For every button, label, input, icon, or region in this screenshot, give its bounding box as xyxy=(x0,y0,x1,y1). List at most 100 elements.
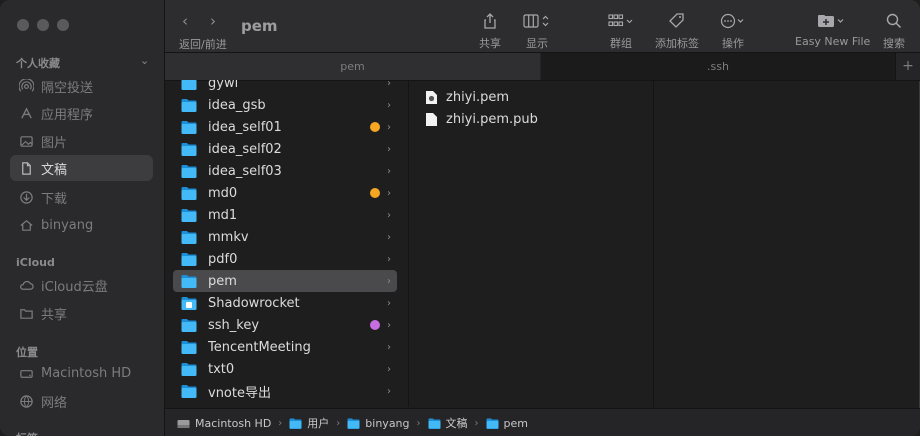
folder-icon xyxy=(486,418,499,429)
breadcrumb-item[interactable]: binyang › xyxy=(347,417,427,430)
sidebar-item-shared[interactable]: 共享 xyxy=(10,300,153,326)
folder-icon xyxy=(181,99,197,112)
chevron-down-icon[interactable]: ⌄ xyxy=(140,54,149,67)
new-file-icon xyxy=(795,10,867,32)
folder-name: idea_self02 xyxy=(208,141,282,157)
chevron-right-icon: › xyxy=(387,143,391,155)
folder-name: yingjie0 xyxy=(208,406,387,408)
folder-icon xyxy=(181,143,197,156)
folder-icon xyxy=(181,253,197,266)
easy-new-file-button[interactable]: Easy New File xyxy=(795,10,870,48)
folder-row-idea_self03[interactable]: idea_self03 › xyxy=(173,160,397,182)
sidebar-item-label: 共享 xyxy=(41,307,68,323)
certificate-file-icon xyxy=(426,90,437,104)
folder-row-mmkv[interactable]: mmkv › xyxy=(173,226,397,248)
sidebar-item-label: binyang xyxy=(41,217,94,233)
folder-icon xyxy=(181,165,197,178)
folder-row-ssh_key[interactable]: ssh_key › xyxy=(173,314,397,336)
shared-folder-icon xyxy=(18,305,34,321)
folder-row-Shadowrocket[interactable]: Shadowrocket › xyxy=(173,292,397,314)
folder-row-md1[interactable]: md1 › xyxy=(173,204,397,226)
forward-button[interactable]: › xyxy=(210,12,216,30)
empty-column[interactable] xyxy=(654,80,920,407)
file-row[interactable]: zhiyi.pem xyxy=(425,86,509,108)
finder-window: 个人收藏 ⌄ 隔空投送 应用程序 图片 文稿 下载 binyang iCloud xyxy=(0,0,920,436)
search-button[interactable]: 搜索 xyxy=(881,10,907,51)
sidebar-item-label: 文稿 xyxy=(41,162,68,178)
folder-icon xyxy=(181,209,197,222)
sidebar-item-label: iCloud云盘 xyxy=(41,279,108,295)
file-column[interactable]: zhiyi.pem zhiyi.pem.pub xyxy=(409,80,654,407)
folder-row-TencentMeeting[interactable]: TencentMeeting › xyxy=(173,336,397,358)
sidebar-item-pictures[interactable]: 图片 xyxy=(10,128,153,154)
folder-name: md1 xyxy=(208,207,238,223)
sidebar-item-network[interactable]: 网络 xyxy=(10,388,153,414)
folder-icon xyxy=(181,80,197,90)
share-icon xyxy=(476,10,504,32)
view-button[interactable]: 显示 xyxy=(520,10,554,51)
sidebar-item-label: 图片 xyxy=(41,135,68,151)
add-tag-button[interactable]: 添加标签 xyxy=(652,10,702,51)
locations-header: 位置 xyxy=(16,346,38,359)
tab-ssh[interactable]: .ssh xyxy=(541,53,895,80)
folder-column[interactable]: gywl › idea_gsb › idea_self01 › idea_self02 › id… xyxy=(165,80,409,407)
sidebar-item-documents[interactable]: 文稿 xyxy=(10,155,153,181)
tab-bar: pem .ssh + xyxy=(165,52,920,81)
folder-row-yingjie0[interactable]: yingjie0› xyxy=(173,402,397,408)
folder-name: pem xyxy=(208,273,237,289)
app-folder-icon xyxy=(181,297,197,310)
folder-icon xyxy=(181,121,197,134)
add-tab-button[interactable]: + xyxy=(895,53,920,80)
chevron-right-icon: › xyxy=(387,319,391,331)
close-window-button[interactable] xyxy=(17,19,29,31)
folder-row-pem[interactable]: pem › xyxy=(173,270,397,292)
breadcrumb-item[interactable]: 用户 › xyxy=(289,415,347,431)
breadcrumb-label: binyang xyxy=(365,416,410,430)
toolbar: ‹ › 返回/前进 pem 共享 显示 群组 添加标签 操作 Easy New … xyxy=(165,0,920,52)
folder-name: md0 xyxy=(208,185,238,201)
applications-icon xyxy=(18,105,34,121)
sidebar-item-icloud-drive[interactable]: iCloud云盘 xyxy=(10,272,153,298)
sidebar-item-home[interactable]: binyang xyxy=(10,212,153,238)
sidebar-item-label: Macintosh HD xyxy=(41,365,132,381)
action-icon xyxy=(717,10,749,32)
breadcrumb-item[interactable]: Macintosh HD › xyxy=(177,417,289,430)
folder-name: Shadowrocket xyxy=(208,295,300,311)
folder-row-idea_self02[interactable]: idea_self02 › xyxy=(173,138,397,160)
chevron-right-icon: › xyxy=(336,417,341,429)
group-button[interactable]: 群组 xyxy=(604,10,638,51)
chevron-right-icon: › xyxy=(387,341,391,353)
folder-icon xyxy=(181,341,197,354)
back-button[interactable]: ‹ xyxy=(182,12,188,30)
folder-name: idea_self01 xyxy=(208,119,282,135)
folder-name: idea_self03 xyxy=(208,163,282,179)
action-button[interactable]: 操作 xyxy=(717,10,749,51)
sidebar-item-macintosh-hd[interactable]: Macintosh HD xyxy=(10,360,153,386)
icloud-icon xyxy=(18,277,34,293)
folder-row-md0[interactable]: md0 › xyxy=(173,182,397,204)
share-button[interactable]: 共享 xyxy=(476,10,504,51)
sidebar-item-airdrop[interactable]: 隔空投送 xyxy=(10,73,153,99)
sidebar-item-label: 隔空投送 xyxy=(41,80,94,96)
folder-icon xyxy=(181,275,197,288)
breadcrumb-item[interactable]: pem xyxy=(486,417,528,430)
folder-icon xyxy=(181,385,197,398)
folder-row-pdf0[interactable]: pdf0 › xyxy=(173,248,397,270)
zoom-window-button[interactable] xyxy=(57,19,69,31)
folder-name: txt0 xyxy=(208,361,235,377)
tab-pem[interactable]: pem xyxy=(165,53,540,80)
folder-icon xyxy=(428,418,441,429)
folder-row-idea_self01[interactable]: idea_self01 › xyxy=(173,116,397,138)
folder-row-vnote导出[interactable]: vnote导出 › xyxy=(173,380,397,402)
folder-row-txt0[interactable]: txt0 › xyxy=(173,358,397,380)
file-row[interactable]: zhiyi.pem.pub xyxy=(425,108,538,130)
breadcrumb-item[interactable]: 文稿 › xyxy=(428,415,486,431)
folder-row-gywl[interactable]: gywl › xyxy=(173,80,397,94)
sidebar-item-downloads[interactable]: 下载 xyxy=(10,184,153,210)
minimize-window-button[interactable] xyxy=(37,19,49,31)
folder-row-idea_gsb[interactable]: idea_gsb › xyxy=(173,94,397,116)
sidebar-item-applications[interactable]: 应用程序 xyxy=(10,100,153,126)
folder-icon xyxy=(181,319,197,332)
chevron-right-icon: › xyxy=(387,385,391,397)
airdrop-icon xyxy=(18,78,34,94)
